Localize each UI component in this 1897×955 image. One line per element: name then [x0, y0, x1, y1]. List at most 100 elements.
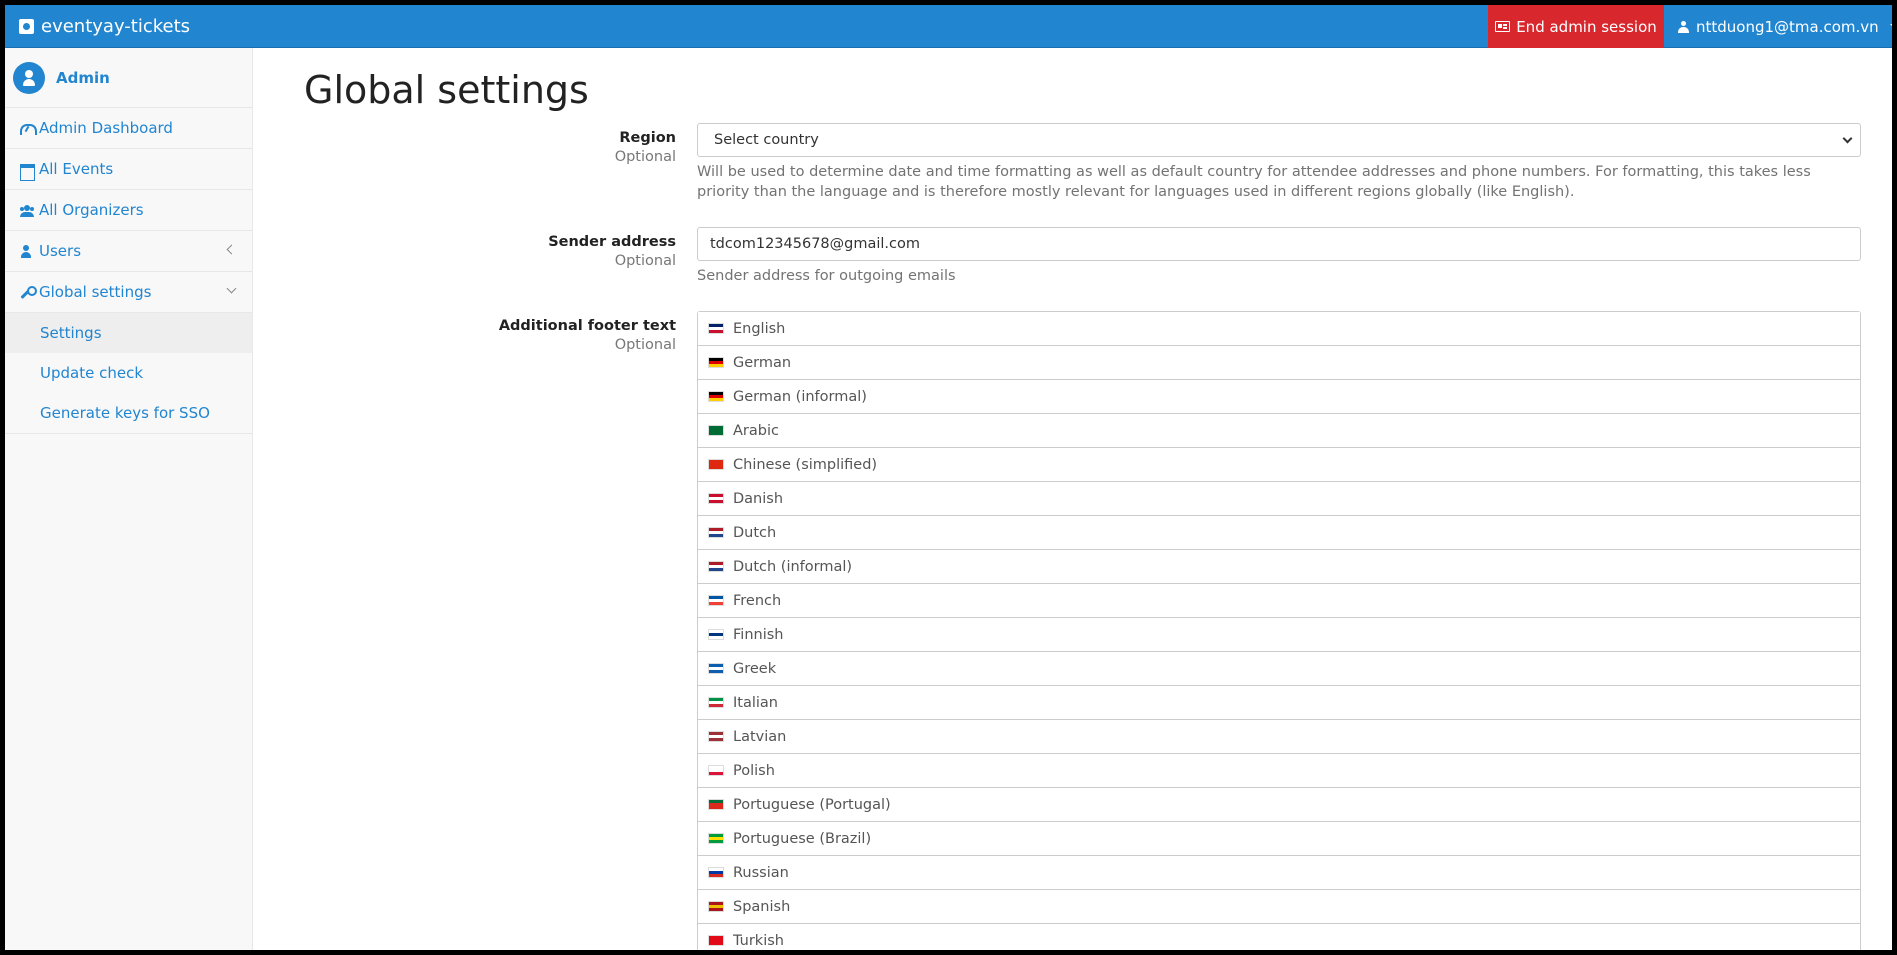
footer-language-input[interactable]: Spanish — [698, 890, 1860, 924]
user-email: nttduong1@tma.com.vn — [1696, 17, 1879, 36]
region-optional-label: Optional — [614, 149, 676, 165]
language-name: Polish — [733, 762, 775, 779]
sidebar-item-users[interactable]: Users — [5, 231, 252, 272]
language-name: Turkish — [733, 932, 784, 949]
sidebar-subitem-update-check[interactable]: Update check — [5, 353, 252, 393]
flag-icon — [708, 901, 724, 912]
language-name: Italian — [733, 694, 778, 711]
region-label-group: Region Optional — [254, 130, 676, 165]
flag-icon — [708, 833, 724, 844]
flag-icon — [708, 731, 724, 742]
region-label: Region — [619, 130, 676, 146]
language-name: German — [733, 354, 792, 371]
sidebar: Admin Admin Dashboard All Events All Org… — [5, 48, 253, 950]
sender-optional-label: Optional — [614, 253, 676, 269]
sidebar-item-all-events[interactable]: All Events — [5, 149, 252, 190]
footer-text-label: Additional footer text — [498, 318, 676, 334]
language-name: Greek — [733, 660, 777, 677]
language-name: Danish — [733, 490, 784, 507]
footer-language-input[interactable]: Portuguese (Brazil) — [698, 822, 1860, 856]
footer-language-input[interactable]: Dutch — [698, 516, 1860, 550]
flag-icon — [708, 663, 724, 674]
user-icon — [1678, 20, 1689, 33]
footer-language-input[interactable]: German (informal) — [698, 380, 1860, 414]
id-card-icon — [1495, 21, 1511, 32]
footer-language-input[interactable]: Portuguese (Portugal) — [698, 788, 1860, 822]
flag-icon — [708, 323, 724, 334]
sidebar-item-global-settings[interactable]: Global settings — [5, 272, 252, 313]
calendar-icon — [20, 163, 35, 181]
sender-field-group: tdcom12345678@gmail.com Sender address f… — [697, 227, 1861, 286]
users-icon — [20, 204, 34, 217]
flag-icon — [708, 527, 724, 538]
caret-down-icon — [1889, 24, 1892, 29]
region-select-value: Select country — [714, 132, 819, 148]
brand-link[interactable]: eventyay-tickets — [19, 5, 190, 48]
region-field-group: Select country Will be used to determine… — [697, 123, 1861, 202]
sidebar-item-label: All Organizers — [39, 201, 144, 219]
wrench-icon — [20, 285, 37, 299]
footer-language-input[interactable]: Danish — [698, 482, 1860, 516]
footer-language-input[interactable]: Latvian — [698, 720, 1860, 754]
sidebar-item-admin-dashboard[interactable]: Admin Dashboard — [5, 108, 252, 149]
sidebar-item-label: Users — [39, 242, 82, 260]
end-admin-session-label: End admin session — [1516, 17, 1657, 36]
chevron-left-icon — [226, 244, 237, 255]
sidebar-item-label: Global settings — [39, 283, 152, 301]
footer-language-input[interactable]: French — [698, 584, 1860, 618]
language-name: Spanish — [733, 898, 791, 915]
dashboard-icon — [20, 122, 37, 135]
flag-icon — [708, 935, 724, 946]
sidebar-item-label: Admin Dashboard — [39, 119, 173, 137]
footer-field-group: English German German (informal) Arabic Chin… — [697, 311, 1861, 950]
sidebar-submenu-global-settings: Settings Update check Generate keys for … — [5, 313, 252, 434]
language-name: Portuguese (Portugal) — [733, 796, 891, 813]
page-title: Global settings — [304, 68, 589, 112]
footer-language-input[interactable]: Arabic — [698, 414, 1860, 448]
footer-label-group: Additional footer text Optional — [254, 318, 676, 353]
language-name: Dutch (informal) — [733, 558, 853, 575]
footer-language-input[interactable]: Greek — [698, 652, 1860, 686]
flag-icon — [708, 459, 724, 470]
language-name: Russian — [733, 864, 789, 881]
admin-name[interactable]: Admin — [56, 69, 110, 87]
sender-address-input[interactable]: tdcom12345678@gmail.com — [697, 227, 1861, 261]
sidebar-subitem-generate-sso-keys[interactable]: Generate keys for SSO — [5, 393, 252, 433]
language-name: German (informal) — [733, 388, 867, 405]
footer-language-input[interactable]: Finnish — [698, 618, 1860, 652]
language-name: Finnish — [733, 626, 784, 643]
sender-help-text: Sender address for outgoing emails — [697, 268, 956, 284]
admin-avatar-icon — [13, 61, 45, 94]
flag-icon — [708, 561, 724, 572]
flag-icon — [708, 799, 724, 810]
user-menu-dropdown[interactable]: nttduong1@tma.com.vn — [1678, 5, 1892, 48]
language-name: Arabic — [733, 422, 779, 439]
language-name: Chinese (simplified) — [733, 456, 878, 473]
footer-language-input[interactable]: Dutch (informal) — [698, 550, 1860, 584]
flag-icon — [708, 357, 724, 368]
footer-language-input[interactable]: Chinese (simplified) — [698, 448, 1860, 482]
language-name: English — [733, 320, 786, 337]
flag-icon — [708, 595, 724, 606]
region-select[interactable]: Select country — [697, 123, 1861, 157]
region-help-text: Will be used to determine date and time … — [697, 164, 1811, 200]
sender-label-group: Sender address Optional — [254, 234, 676, 269]
footer-language-input[interactable]: Italian — [698, 686, 1860, 720]
sidebar-subitem-settings[interactable]: Settings — [5, 313, 252, 353]
chevron-down-icon — [226, 283, 237, 294]
flag-icon — [708, 867, 724, 878]
footer-language-input[interactable]: Turkish — [698, 924, 1860, 950]
footer-language-input[interactable]: Russian — [698, 856, 1860, 890]
main-content: Global settings Region Optional Select c… — [254, 48, 1892, 950]
language-name: Portuguese (Brazil) — [733, 830, 872, 847]
sidebar-item-all-organizers[interactable]: All Organizers — [5, 190, 252, 231]
brand-name: eventyay-tickets — [41, 16, 191, 37]
footer-language-input[interactable]: English — [698, 312, 1860, 346]
flag-icon — [708, 765, 724, 776]
footer-language-input[interactable]: German — [698, 346, 1860, 380]
end-admin-session-button[interactable]: End admin session — [1488, 5, 1664, 48]
footer-language-input[interactable]: Polish — [698, 754, 1860, 788]
language-name: French — [733, 592, 782, 609]
eventyay-logo-icon — [19, 19, 34, 34]
flag-icon — [708, 697, 724, 708]
